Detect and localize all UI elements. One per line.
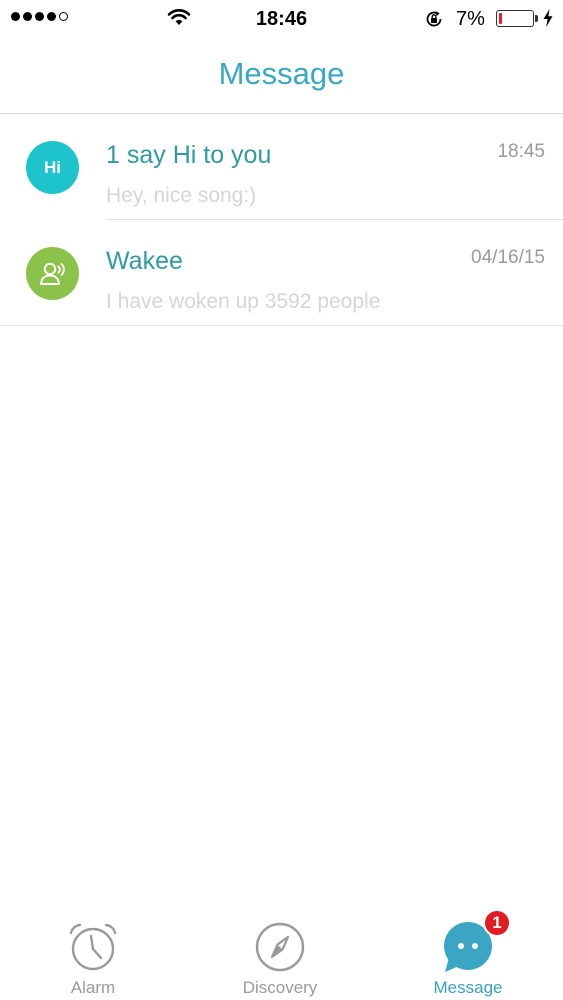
- battery-percent: 7%: [456, 8, 485, 30]
- rotation-lock-icon: [426, 11, 442, 27]
- list-item[interactable]: Wakee 04/16/15 I have woken up 3592 peop…: [0, 220, 563, 326]
- message-title: 1 say Hi to you: [106, 141, 272, 169]
- alarm-clock-icon: [69, 923, 117, 971]
- message-time: 18:45: [497, 141, 545, 162]
- notification-badge: 1: [483, 909, 511, 937]
- divider: [0, 324, 563, 326]
- avatar: [26, 247, 79, 300]
- battery-icon: [496, 10, 534, 27]
- compass-icon: [255, 922, 305, 972]
- page-title: Message: [218, 56, 345, 91]
- message-title: Wakee: [106, 247, 183, 275]
- tab-discovery[interactable]: Discovery: [210, 910, 350, 1000]
- list-item[interactable]: Hi 1 say Hi to you 18:45 Hey, nice song:…: [0, 114, 563, 220]
- message-time: 04/16/15: [471, 247, 545, 268]
- speaker-user-icon: [39, 262, 65, 285]
- tab-label: Message: [433, 978, 503, 997]
- tab-label: Alarm: [70, 978, 116, 997]
- message-preview: I have woken up 3592 people: [106, 290, 381, 313]
- tab-alarm[interactable]: Alarm: [23, 910, 163, 1000]
- status-bar: 18:46 7%: [0, 0, 563, 38]
- avatar: Hi: [26, 141, 79, 194]
- tab-message[interactable]: 1 Message: [398, 909, 538, 1000]
- message-preview: Hey, nice song:): [106, 184, 257, 207]
- tab-bar: Alarm Discovery 1 Message: [0, 909, 563, 1000]
- header: Message: [0, 38, 563, 114]
- tab-label: Discovery: [242, 978, 318, 997]
- message-list: Hi 1 say Hi to you 18:45 Hey, nice song:…: [0, 114, 563, 326]
- charging-bolt-icon: [543, 9, 553, 27]
